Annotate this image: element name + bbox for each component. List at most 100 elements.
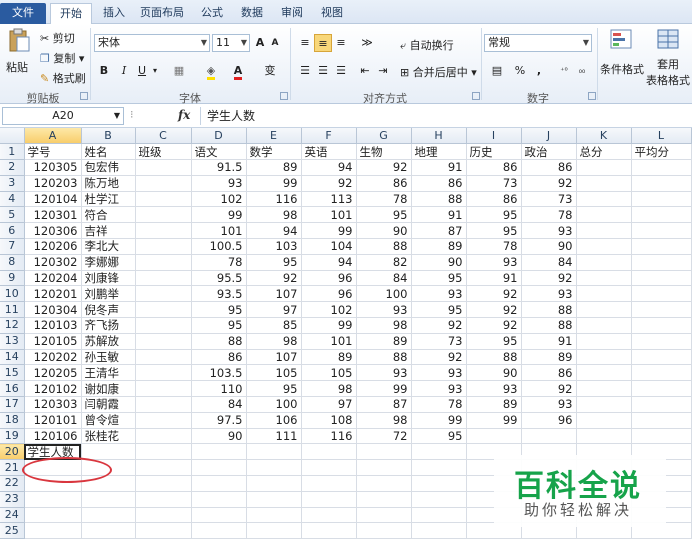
cell-g25[interactable] xyxy=(356,522,412,540)
cell-k4[interactable] xyxy=(576,191,632,208)
align-middle-button[interactable]: ≡ xyxy=(314,34,332,52)
cell-b16[interactable]: 谢如康 xyxy=(81,380,136,398)
align-top-button[interactable]: ≡ xyxy=(296,34,314,52)
cell-a8[interactable]: 120302 xyxy=(24,254,82,271)
cell-a3[interactable]: 120203 xyxy=(24,175,82,192)
row-header[interactable]: 22 xyxy=(0,475,25,492)
cell-a5[interactable]: 120301 xyxy=(24,206,82,224)
cell-l15[interactable] xyxy=(631,364,692,382)
cut-button[interactable]: ✂ 剪切 xyxy=(40,30,75,46)
tab-formulas[interactable]: 公式 xyxy=(198,3,226,24)
fill-color-button[interactable]: ◈ xyxy=(200,62,222,80)
cell-j15[interactable]: 86 xyxy=(521,364,577,382)
cell-f21[interactable] xyxy=(301,459,357,477)
align-bottom-button[interactable]: ≡ xyxy=(332,34,350,52)
cell-e20[interactable] xyxy=(246,443,302,461)
cell-d1[interactable]: 语文 xyxy=(191,143,247,161)
cell-g6[interactable]: 90 xyxy=(356,222,412,240)
cell-f6[interactable]: 99 xyxy=(301,222,357,240)
cell-b19[interactable]: 张桂花 xyxy=(81,428,136,445)
cell-l1[interactable]: 平均分 xyxy=(631,143,692,161)
row-header[interactable]: 7 xyxy=(0,238,25,255)
wrap-text-button[interactable]: ⤶ 自动换行 xyxy=(400,37,454,53)
cell-d9[interactable]: 95.5 xyxy=(191,270,247,287)
cell-i1[interactable]: 历史 xyxy=(466,143,522,161)
cell-e1[interactable]: 数学 xyxy=(246,143,302,161)
copy-button[interactable]: ❐ 复制 ▾ xyxy=(40,50,84,66)
cell-h12[interactable]: 92 xyxy=(411,317,467,334)
cell-h9[interactable]: 95 xyxy=(411,270,467,287)
cell-f3[interactable]: 92 xyxy=(301,175,357,192)
cell-g14[interactable]: 88 xyxy=(356,349,412,366)
cell-a17[interactable]: 120303 xyxy=(24,396,82,413)
bold-button[interactable]: B xyxy=(96,62,112,80)
cell-h2[interactable]: 91 xyxy=(411,159,467,176)
cell-j11[interactable]: 88 xyxy=(521,301,577,319)
cell-e8[interactable]: 95 xyxy=(246,254,302,271)
cell-c13[interactable] xyxy=(135,333,192,350)
cell-b15[interactable]: 王清华 xyxy=(81,364,136,382)
cell-e17[interactable]: 100 xyxy=(246,396,302,413)
cell-i6[interactable]: 95 xyxy=(466,222,522,240)
cell-l3[interactable] xyxy=(631,175,692,192)
cell-g11[interactable]: 93 xyxy=(356,301,412,319)
column-header-a[interactable]: A xyxy=(24,128,82,145)
cell-h20[interactable] xyxy=(411,443,467,461)
column-header-k[interactable]: K xyxy=(576,128,632,145)
name-box[interactable]: A20 ▼ xyxy=(2,107,124,125)
alignment-launcher-icon[interactable] xyxy=(472,92,480,100)
cell-b20[interactable] xyxy=(81,443,136,461)
cell-h16[interactable]: 93 xyxy=(411,380,467,398)
cell-j14[interactable]: 89 xyxy=(521,349,577,366)
row-header[interactable]: 6 xyxy=(0,222,25,240)
cell-e11[interactable]: 97 xyxy=(246,301,302,319)
cell-k6[interactable] xyxy=(576,222,632,240)
cell-e4[interactable]: 116 xyxy=(246,191,302,208)
clipboard-launcher-icon[interactable] xyxy=(80,92,88,100)
row-header[interactable]: 14 xyxy=(0,349,25,366)
cell-i12[interactable]: 92 xyxy=(466,317,522,334)
font-launcher-icon[interactable] xyxy=(280,92,288,100)
cell-a15[interactable]: 120205 xyxy=(24,364,82,382)
cell-h17[interactable]: 78 xyxy=(411,396,467,413)
cell-a18[interactable]: 120101 xyxy=(24,412,82,429)
cell-l12[interactable] xyxy=(631,317,692,334)
cell-e12[interactable]: 85 xyxy=(246,317,302,334)
tab-review[interactable]: 审阅 xyxy=(278,3,306,24)
cell-h11[interactable]: 95 xyxy=(411,301,467,319)
cell-f7[interactable]: 104 xyxy=(301,238,357,255)
cell-e13[interactable]: 98 xyxy=(246,333,302,350)
cell-f23[interactable] xyxy=(301,491,357,508)
cell-k8[interactable] xyxy=(576,254,632,271)
cell-j3[interactable]: 92 xyxy=(521,175,577,192)
cell-j12[interactable]: 88 xyxy=(521,317,577,334)
cell-c4[interactable] xyxy=(135,191,192,208)
cell-k16[interactable] xyxy=(576,380,632,398)
cell-f1[interactable]: 英语 xyxy=(301,143,357,161)
cell-e5[interactable]: 98 xyxy=(246,206,302,224)
cell-g1[interactable]: 生物 xyxy=(356,143,412,161)
cell-f18[interactable]: 108 xyxy=(301,412,357,429)
cell-e6[interactable]: 94 xyxy=(246,222,302,240)
cell-i9[interactable]: 91 xyxy=(466,270,522,287)
grow-font-button[interactable]: A xyxy=(253,34,267,52)
tab-home[interactable]: 开始 xyxy=(50,3,92,25)
cell-f11[interactable]: 102 xyxy=(301,301,357,319)
cell-b5[interactable]: 符合 xyxy=(81,206,136,224)
paste-button[interactable]: 粘贴 xyxy=(6,28,32,75)
cell-b1[interactable]: 姓名 xyxy=(81,143,136,161)
cell-i2[interactable]: 86 xyxy=(466,159,522,176)
cell-c15[interactable] xyxy=(135,364,192,382)
cell-a24[interactable] xyxy=(24,507,82,524)
decrease-indent-button[interactable]: ⇤ xyxy=(356,62,374,80)
cell-e24[interactable] xyxy=(246,507,302,524)
cell-h22[interactable] xyxy=(411,475,467,492)
row-header[interactable]: 3 xyxy=(0,175,25,192)
cell-l9[interactable] xyxy=(631,270,692,287)
cell-a7[interactable]: 120206 xyxy=(24,238,82,255)
tab-file[interactable]: 文件 xyxy=(0,3,46,24)
row-header[interactable]: 5 xyxy=(0,206,25,224)
cell-c5[interactable] xyxy=(135,206,192,224)
cell-b25[interactable] xyxy=(81,522,136,540)
cell-e2[interactable]: 89 xyxy=(246,159,302,176)
